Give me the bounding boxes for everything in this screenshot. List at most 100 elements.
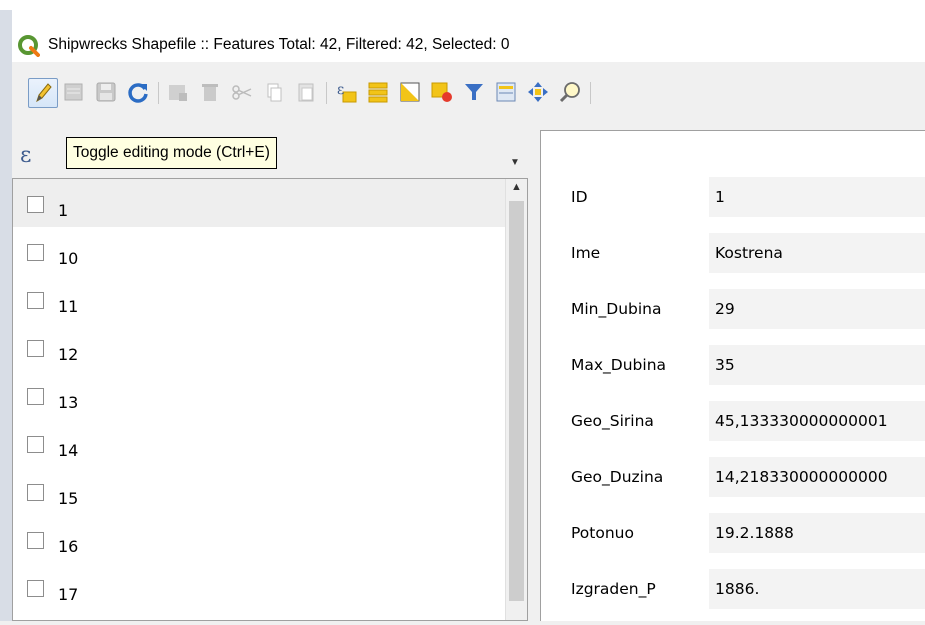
select-all-button[interactable] (364, 78, 392, 106)
field-value-input[interactable]: 29 (709, 289, 925, 329)
move-top-icon (496, 82, 516, 102)
field-label: Ime (571, 244, 601, 262)
vertical-scrollbar[interactable]: ▲ (505, 179, 527, 620)
field-value-input[interactable]: 35 (709, 345, 925, 385)
title-strip (0, 0, 925, 10)
feature-checkbox[interactable] (27, 483, 44, 501)
expression-select-icon: ε (337, 82, 357, 103)
reload-icon (128, 83, 148, 103)
field-label: Geo_Sirina (571, 412, 654, 430)
field-value-input[interactable]: Kostrena (709, 233, 925, 273)
list-item[interactable]: 14 (13, 419, 527, 467)
list-item[interactable]: 10 (13, 227, 527, 275)
list-item-label: 12 (58, 344, 79, 364)
window-title: Shipwrecks Shapefile :: Features Total: … (48, 36, 510, 53)
feature-checkbox[interactable] (27, 531, 44, 549)
zoom-to-selected-button[interactable] (556, 78, 584, 106)
toolbar-separator (158, 82, 159, 104)
list-item-label: 1 (58, 200, 69, 220)
list-item[interactable]: 12 (13, 323, 527, 371)
field-label: Min_Dubina (571, 300, 662, 318)
list-item[interactable]: 16 (13, 515, 527, 563)
cut-button[interactable] (228, 78, 256, 106)
pan-to-selected-button[interactable] (524, 78, 552, 106)
list-item[interactable]: 15 (13, 467, 527, 515)
panel-splitter[interactable] (528, 126, 540, 621)
feature-checkbox[interactable] (27, 195, 44, 213)
svg-text:ε: ε (337, 82, 344, 98)
field-label: ID (571, 188, 588, 206)
field-label: Max_Dubina (571, 356, 667, 374)
zoom-icon (559, 82, 580, 103)
select-by-expression-button[interactable]: ε (332, 78, 360, 106)
feature-checkbox[interactable] (27, 435, 44, 453)
list-item[interactable]: 11 (13, 275, 527, 323)
list-item[interactable]: 17 (13, 563, 527, 611)
form-row-max-dubina: Max_Dubina 35 (541, 345, 925, 401)
scroll-up-arrow-icon[interactable]: ▲ (506, 181, 527, 199)
invert-selection-icon (400, 82, 420, 102)
scroll-thumb[interactable] (509, 201, 524, 601)
feature-checkbox[interactable] (27, 243, 44, 261)
form-row-ime: Ime Kostrena (541, 233, 925, 289)
form-row-geo-sirina: Geo_Sirina 45,133330000000001 (541, 401, 925, 457)
list-item[interactable]: 1 (13, 179, 527, 227)
reload-button[interactable] (124, 78, 152, 106)
delete-feature-button[interactable] (196, 78, 224, 106)
filter-icon (465, 84, 483, 100)
feature-checkbox[interactable] (27, 387, 44, 405)
form-row-potonuo: Potonuo 19.2.1888 (541, 513, 925, 569)
expression-filter-icon[interactable]: ε (20, 143, 31, 168)
field-label: Geo_Duzina (571, 468, 664, 486)
invert-selection-button[interactable] (396, 78, 424, 106)
multi-edit-button[interactable] (60, 78, 88, 106)
pencil-icon (36, 83, 52, 103)
deselect-icon (431, 82, 452, 102)
field-label: Izgraden_P (571, 580, 656, 598)
field-value-input[interactable]: 45,133330000000001 (709, 401, 925, 441)
add-feature-button[interactable] (164, 78, 192, 106)
feature-list: 1 10 11 12 13 14 15 16 17 ▲ (12, 178, 528, 621)
qgis-logo-icon (18, 35, 40, 57)
list-item-label: 10 (58, 248, 79, 268)
feature-checkbox[interactable] (27, 579, 44, 597)
add-feature-icon (169, 85, 187, 101)
toolbar-separator (590, 82, 591, 104)
field-value-input[interactable]: 1 (709, 177, 925, 217)
deselect-all-button[interactable] (428, 78, 456, 106)
toggle-editing-button[interactable] (28, 78, 58, 108)
list-item[interactable]: 13 (13, 371, 527, 419)
pan-icon (528, 82, 548, 102)
feature-checkbox[interactable] (27, 291, 44, 309)
paste-button[interactable] (292, 78, 320, 106)
select-all-icon (368, 82, 388, 103)
tooltip: Toggle editing mode (Ctrl+E) (66, 137, 277, 169)
move-selection-top-button[interactable] (492, 78, 520, 106)
filter-button[interactable] (460, 78, 488, 106)
list-item-label: 14 (58, 440, 79, 460)
form-row-id: ID 1 (541, 177, 925, 233)
field-label: Potonuo (571, 524, 634, 542)
save-edits-button[interactable] (92, 78, 120, 106)
copy-icon (267, 83, 282, 102)
copy-button[interactable] (260, 78, 288, 106)
save-icon (96, 82, 116, 102)
multi-edit-icon (64, 83, 83, 101)
list-item-label: 16 (58, 536, 79, 556)
field-value-input[interactable]: 14,218330000000000 (709, 457, 925, 497)
left-edge-strip (0, 10, 12, 621)
chevron-down-icon[interactable]: ▼ (510, 157, 520, 168)
list-item-label: 13 (58, 392, 79, 412)
attribute-form: ID 1 Ime Kostrena Min_Dubina 29 Max_Dubi… (540, 130, 925, 621)
form-row-min-dubina: Min_Dubina 29 (541, 289, 925, 345)
list-item-label: 15 (58, 488, 79, 508)
field-value-input[interactable]: 1886. (709, 569, 925, 609)
scissors-icon (232, 85, 252, 100)
field-value-input[interactable]: 19.2.1888 (709, 513, 925, 553)
form-row-geo-duzina: Geo_Duzina 14,218330000000000 (541, 457, 925, 513)
paste-icon (298, 83, 314, 102)
list-item-label: 11 (58, 296, 79, 316)
form-row-izgraden-p: Izgraden_P 1886. (541, 569, 925, 625)
toolbar-separator (326, 82, 327, 104)
feature-checkbox[interactable] (27, 339, 44, 357)
